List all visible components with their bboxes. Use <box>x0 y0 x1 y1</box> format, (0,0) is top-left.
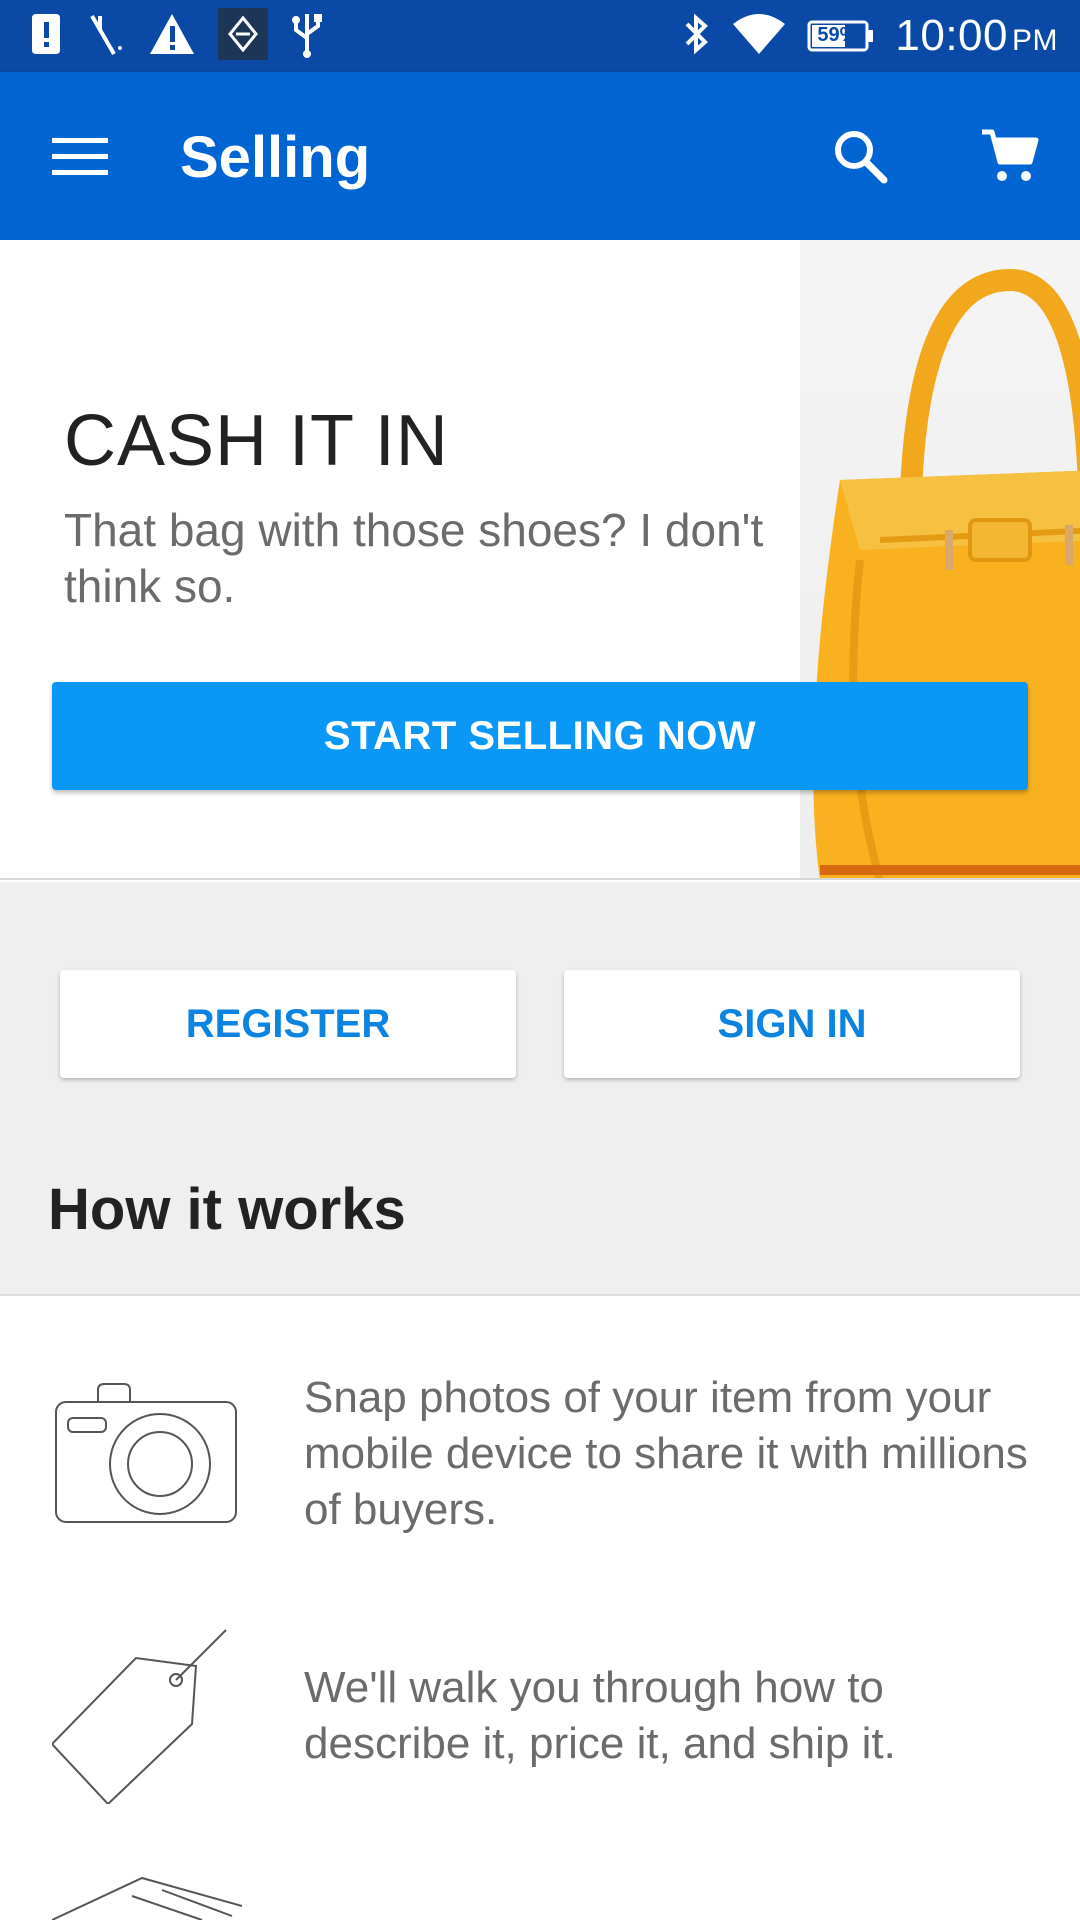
alert-icon <box>28 12 64 61</box>
cart-icon <box>982 129 1039 181</box>
camera-icon <box>52 1378 242 1533</box>
bluetooth-icon <box>681 10 711 63</box>
clock-ampm: PM <box>1012 24 1058 57</box>
how-it-works-heading: How it works <box>48 1177 406 1242</box>
app-notification-icon <box>218 7 268 65</box>
start-selling-button[interactable]: START SELLING NOW <box>52 682 1028 790</box>
hero-banner: CASH IT IN That bag with those shoes? I … <box>0 240 1080 880</box>
status-left-icons <box>28 7 324 65</box>
menu-button[interactable] <box>44 120 116 192</box>
clock: 10:00 PM <box>895 11 1058 61</box>
hero-title: CASH IT IN <box>64 401 449 481</box>
cart-button[interactable] <box>970 120 1050 192</box>
status-bar: 59% 10:00 PM <box>0 0 1080 72</box>
search-icon <box>835 131 888 184</box>
step-text: Snap photos of your item from your mobil… <box>304 1373 1028 1534</box>
auth-section: REGISTER SIGN IN How it works <box>0 882 1080 1296</box>
app-bar: Selling <box>0 72 1080 240</box>
usb-icon <box>290 10 324 63</box>
register-button[interactable]: REGISTER <box>60 970 516 1078</box>
how-it-works-list: Snap photos of your item from your mobil… <box>0 1298 1080 1921</box>
menu-icon <box>52 138 108 175</box>
page-title: Selling <box>180 125 371 190</box>
step-text: We'll walk you through how to describe i… <box>304 1663 896 1768</box>
clock-time: 10:00 <box>895 11 1008 60</box>
shipping-box-icon <box>51 1876 243 1925</box>
warning-icon <box>148 12 196 61</box>
price-tag-icon <box>50 1628 232 1809</box>
hero-subtitle: That bag with those shoes? I don't think… <box>64 504 764 612</box>
sign-in-button[interactable]: SIGN IN <box>564 970 1020 1078</box>
battery-percent: 59% <box>817 24 858 46</box>
status-right-icons: 59% 10:00 PM <box>681 0 1058 72</box>
wifi-icon <box>731 12 787 61</box>
search-button[interactable] <box>824 120 896 192</box>
signal-slash-icon <box>86 12 126 61</box>
battery-icon: 59% <box>807 18 875 54</box>
